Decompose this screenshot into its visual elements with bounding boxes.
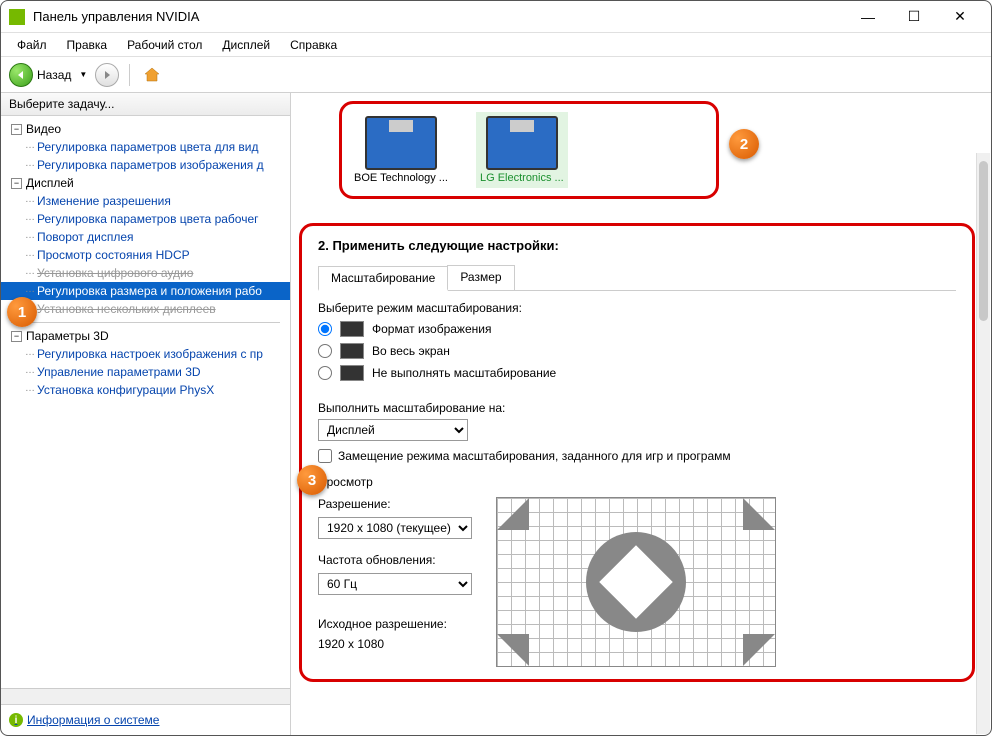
refresh-select[interactable]: 60 Гц [318, 573, 472, 595]
scaling-mode-label: Выберите режим масштабирования: [318, 301, 956, 315]
tree-divider [11, 322, 280, 323]
system-info-link[interactable]: i Информация о системе [1, 704, 290, 735]
menu-edit[interactable]: Правка [59, 36, 116, 54]
display-label: BOE Technology ... [354, 172, 448, 184]
annotation-marker-1: 1 [7, 297, 37, 327]
resolution-select[interactable]: 1920 x 1080 (текущее) [318, 517, 472, 539]
app-window: 1 2 3 Панель управления NVIDIA — ☐ ✕ Фай… [0, 0, 992, 736]
override-scaling-checkbox[interactable] [318, 449, 332, 463]
aspect-icon [340, 321, 364, 337]
radio-aspect[interactable] [318, 322, 332, 336]
scaling-mode-aspect[interactable]: Формат изображения [318, 321, 956, 337]
tree-group-video[interactable]: −Видео [1, 120, 290, 138]
tree-group-3d[interactable]: −Параметры 3D [1, 327, 290, 345]
preview-area: Разрешение: 1920 x 1080 (текущее) Частот… [318, 497, 956, 667]
task-tree: −Видео Регулировка параметров цвета для … [1, 116, 290, 688]
resolution-label: Разрешение: [318, 497, 472, 511]
expander-icon[interactable]: − [11, 124, 22, 135]
arrow-left-icon [15, 69, 27, 81]
toolbar: Назад ▼ [1, 57, 991, 93]
display-label: LG Electronics ... [480, 172, 564, 184]
tree-item-3d-manage[interactable]: Управление параметрами 3D [1, 363, 290, 381]
monitor-icon [365, 116, 437, 170]
forward-button[interactable] [95, 63, 119, 87]
info-icon: i [9, 713, 23, 727]
close-button[interactable]: ✕ [937, 1, 983, 33]
display-item-boe[interactable]: BOE Technology ... [350, 112, 452, 188]
tree-item-video-color[interactable]: Регулировка параметров цвета для вид [1, 138, 290, 156]
back-label: Назад [37, 68, 71, 82]
content-pane: BOE Technology ... LG Electronics ... 2.… [291, 93, 991, 735]
tree-item-hdcp-status[interactable]: Просмотр состояния HDCP [1, 246, 290, 264]
content-scrollbar[interactable] [976, 153, 990, 734]
tree-item-physx[interactable]: Установка конфигурации PhysX [1, 381, 290, 399]
tree-item-3d-image[interactable]: Регулировка настроек изображения с пр [1, 345, 290, 363]
scaling-mode-fullscreen[interactable]: Во весь экран [318, 343, 956, 359]
scaling-mode-none[interactable]: Не выполнять масштабирование [318, 365, 956, 381]
corner-tri-icon [497, 498, 529, 530]
display-item-lg[interactable]: LG Electronics ... [476, 112, 568, 188]
back-button[interactable] [9, 63, 33, 87]
radio-none[interactable] [318, 366, 332, 380]
menu-desktop[interactable]: Рабочий стол [119, 36, 210, 54]
tree-item-desktop-color[interactable]: Регулировка параметров цвета рабочег [1, 210, 290, 228]
titlebar: Панель управления NVIDIA — ☐ ✕ [1, 1, 991, 33]
corner-tri-icon [497, 634, 529, 666]
tabs: Масштабирование Размер [318, 265, 956, 291]
monitor-icon [486, 116, 558, 170]
home-icon [143, 66, 161, 84]
expander-icon[interactable]: − [11, 331, 22, 342]
sidebar: Выберите задачу... −Видео Регулировка па… [1, 93, 291, 735]
annotation-marker-3: 3 [297, 465, 327, 495]
minimize-button[interactable]: — [845, 1, 891, 33]
home-button[interactable] [140, 63, 164, 87]
corner-tri-icon [743, 634, 775, 666]
nvidia-icon [9, 9, 25, 25]
tree-item-multiple-displays[interactable]: Установка нескольких дисплеев [1, 300, 290, 318]
window-title: Панель управления NVIDIA [33, 9, 845, 24]
tree-item-rotate-display[interactable]: Поворот дисплея [1, 228, 290, 246]
center-square-icon [599, 545, 673, 619]
body: Выберите задачу... −Видео Регулировка па… [1, 93, 991, 735]
center-circle-icon [586, 532, 686, 632]
noscale-icon [340, 365, 364, 381]
menu-help[interactable]: Справка [282, 36, 345, 54]
tab-size[interactable]: Размер [447, 265, 514, 290]
displays-selection-box: BOE Technology ... LG Electronics ... [339, 101, 719, 199]
native-res-label: Исходное разрешение: [318, 617, 472, 631]
menu-file[interactable]: Файл [9, 36, 55, 54]
maximize-button[interactable]: ☐ [891, 1, 937, 33]
window-controls: — ☐ ✕ [845, 1, 983, 33]
back-history-dropdown[interactable]: ▼ [75, 70, 91, 79]
settings-box: 2. Применить следующие настройки: Масшта… [299, 223, 975, 682]
scrollbar-thumb[interactable] [979, 161, 988, 321]
perform-on-select[interactable]: Дисплей [318, 419, 468, 441]
sidebar-header: Выберите задачу... [1, 93, 290, 116]
sidebar-horizontal-scrollbar[interactable] [1, 688, 290, 704]
annotation-marker-2: 2 [729, 129, 759, 159]
menu-display[interactable]: Дисплей [214, 36, 278, 54]
menubar: Файл Правка Рабочий стол Дисплей Справка [1, 33, 991, 57]
refresh-label: Частота обновления: [318, 553, 472, 567]
preview-heading: Просмотр [318, 475, 956, 489]
tree-item-video-image[interactable]: Регулировка параметров изображения д [1, 156, 290, 174]
native-res-value: 1920 x 1080 [318, 637, 472, 651]
override-scaling-checkbox-row[interactable]: Замещение режима масштабирования, заданн… [318, 449, 956, 463]
toolbar-divider [129, 64, 130, 86]
test-pattern-preview [496, 497, 776, 667]
arrow-right-icon [101, 69, 113, 81]
corner-tri-icon [743, 498, 775, 530]
tree-group-display[interactable]: −Дисплей [1, 174, 290, 192]
preview-controls: Разрешение: 1920 x 1080 (текущее) Частот… [318, 497, 472, 651]
tree-item-digital-audio[interactable]: Установка цифрового аудио [1, 264, 290, 282]
tree-item-adjust-size-position[interactable]: Регулировка размера и положения рабо [1, 282, 290, 300]
radio-fullscreen[interactable] [318, 344, 332, 358]
perform-on-label: Выполнить масштабирование на: [318, 401, 956, 415]
fullscreen-icon [340, 343, 364, 359]
tab-scaling[interactable]: Масштабирование [318, 266, 448, 291]
expander-icon[interactable]: − [11, 178, 22, 189]
tree-item-change-resolution[interactable]: Изменение разрешения [1, 192, 290, 210]
settings-heading: 2. Применить следующие настройки: [318, 238, 956, 253]
